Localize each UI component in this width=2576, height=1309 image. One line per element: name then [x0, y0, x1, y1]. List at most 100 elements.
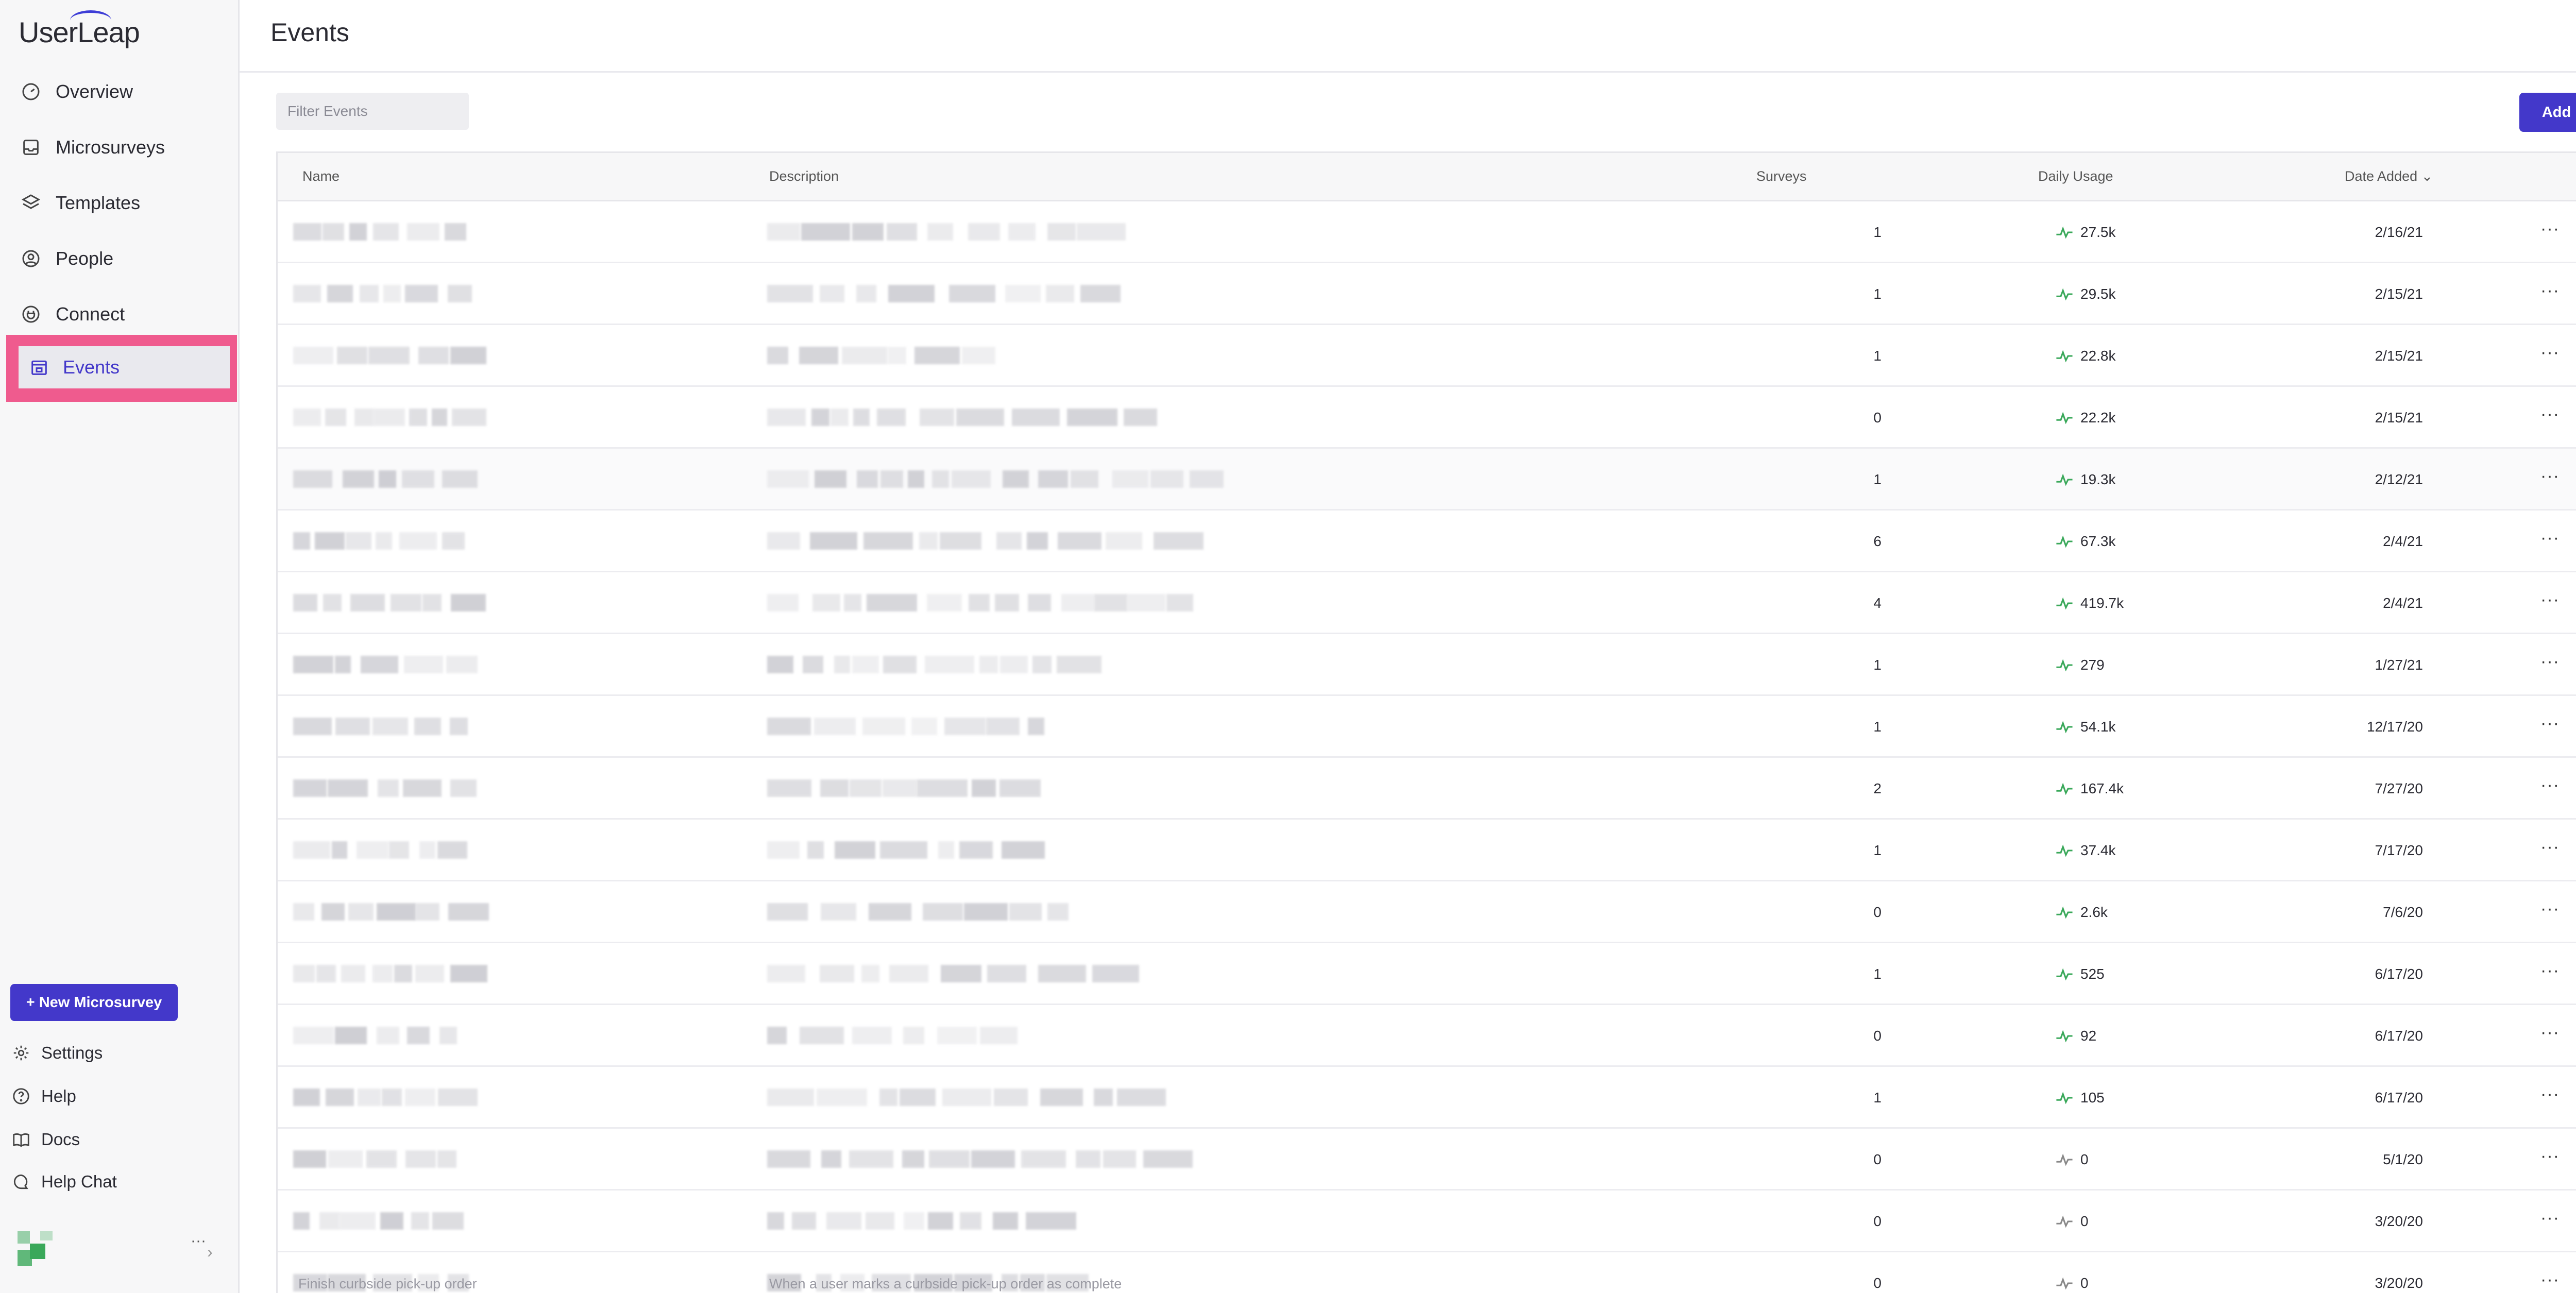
redacted-content — [293, 345, 1303, 367]
sidebar-item-docs[interactable]: Docs — [11, 1123, 80, 1156]
sidebar-item-label: Microsurveys — [56, 137, 165, 158]
row-more-button[interactable]: ··· — [2540, 961, 2560, 981]
row-more-button[interactable]: ··· — [2540, 775, 2560, 795]
date-added: 2/16/21 — [2375, 224, 2423, 240]
sidebar-item-overview[interactable]: Overview — [21, 71, 133, 112]
table-row[interactable]: 1 29.5k 2/15/21 ··· — [278, 263, 2576, 325]
gear-icon — [13, 1045, 29, 1061]
userleap-logo[interactable]: UserLeap — [19, 10, 140, 49]
daily-usage: 92 — [2056, 1028, 2096, 1044]
sidebar-item-help-chat[interactable]: Help Chat — [11, 1165, 117, 1198]
sidebar-item-events[interactable]: Events — [6, 335, 237, 402]
person-circle-icon — [22, 250, 40, 267]
daily-usage: 0 — [2056, 1151, 2089, 1168]
user-menu-ellipsis[interactable]: ··· — [191, 1232, 206, 1250]
sidebar: UserLeap Overview Microsurveys Templates… — [0, 0, 240, 1293]
row-more-button[interactable]: ··· — [2540, 652, 2560, 672]
row-more-button[interactable]: ··· — [2540, 713, 2560, 734]
trend-up-icon — [2056, 412, 2073, 424]
table-row[interactable]: 4 419.7k 2/4/21 ··· — [278, 572, 2576, 634]
row-more-button[interactable]: ··· — [2540, 590, 2560, 610]
row-more-button[interactable]: ··· — [2540, 281, 2560, 301]
row-more-button[interactable]: ··· — [2540, 1208, 2560, 1228]
row-more-button[interactable]: ··· — [2540, 837, 2560, 857]
sidebar-item-events-highlight[interactable]: Events — [19, 346, 230, 388]
trend-up-icon — [2056, 350, 2073, 363]
surveys-count: 0 — [1873, 904, 1882, 920]
sidebar-item-people[interactable]: People — [21, 238, 113, 279]
row-more-button[interactable]: ··· — [2540, 1146, 2560, 1166]
daily-usage: 54.1k — [2056, 719, 2116, 735]
surveys-count: 1 — [1873, 657, 1882, 673]
row-more-button[interactable]: ··· — [2540, 219, 2560, 239]
table-row[interactable]: 1 19.3k 2/12/21 ··· — [278, 449, 2576, 511]
chevron-right-icon[interactable]: › — [207, 1243, 213, 1262]
column-header-description[interactable]: Description — [769, 168, 839, 184]
date-added: 12/17/20 — [2367, 719, 2423, 735]
column-header-surveys[interactable]: Surveys — [1756, 168, 1807, 184]
row-more-button[interactable]: ··· — [2540, 528, 2560, 548]
row-more-button[interactable]: ··· — [2540, 1270, 2560, 1290]
table-row[interactable]: 6 67.3k 2/4/21 ··· — [278, 511, 2576, 572]
table-row[interactable]: 1 525 6/17/20 ··· — [278, 943, 2576, 1005]
row-more-button[interactable]: ··· — [2540, 1023, 2560, 1043]
surveys-count: 1 — [1873, 966, 1882, 982]
surveys-count: 1 — [1873, 224, 1882, 240]
redacted-content — [293, 1086, 1303, 1109]
layers-icon — [21, 194, 41, 209]
sidebar-item-templates[interactable]: Templates — [21, 182, 140, 224]
table-row[interactable]: 0 2.6k 7/6/20 ··· — [278, 881, 2576, 943]
table-row[interactable]: 1 279 1/27/21 ··· — [278, 634, 2576, 696]
table-row[interactable]: 0 22.2k 2/15/21 ··· — [278, 387, 2576, 449]
trend-up-icon — [2056, 1092, 2073, 1104]
new-microsurvey-button[interactable]: + New Microsurvey — [10, 984, 178, 1021]
filter-events-input[interactable] — [276, 93, 469, 130]
help-icon — [13, 1088, 29, 1104]
row-more-button[interactable]: ··· — [2540, 343, 2560, 363]
surveys-count: 1 — [1873, 1090, 1882, 1106]
table-row[interactable]: 1 105 6/17/20 ··· — [278, 1067, 2576, 1129]
chat-icon — [13, 1174, 28, 1189]
daily-usage: 167.4k — [2056, 780, 2124, 797]
add-event-button[interactable]: Add — [2519, 93, 2576, 132]
sidebar-item-microsurveys[interactable]: Microsurveys — [21, 127, 165, 168]
date-added: 7/27/20 — [2375, 780, 2423, 796]
row-more-button[interactable]: ··· — [2540, 1084, 2560, 1104]
redacted-content — [293, 1210, 1303, 1233]
redacted-content — [293, 963, 1303, 985]
row-more-button[interactable]: ··· — [2540, 404, 2560, 424]
table-header: Name Description Surveys Daily Usage Dat… — [278, 153, 2576, 201]
daily-usage: 105 — [2056, 1090, 2105, 1106]
sidebar-item-help[interactable]: Help — [11, 1080, 76, 1113]
sidebar-item-settings[interactable]: Settings — [11, 1036, 103, 1069]
surveys-count: 1 — [1873, 471, 1882, 487]
trend-flat-icon — [2056, 1215, 2073, 1228]
daily-usage: 525 — [2056, 966, 2105, 982]
daily-usage: 27.5k — [2056, 224, 2116, 241]
column-header-date-added[interactable]: Date Added ⌄ — [2345, 168, 2433, 184]
table-row[interactable]: 1 27.5k 2/16/21 ··· — [278, 201, 2576, 263]
sidebar-item-label: Help Chat — [41, 1172, 117, 1191]
table-row[interactable]: 2 167.4k 7/27/20 ··· — [278, 758, 2576, 820]
calendar-icon — [31, 360, 47, 375]
table-row[interactable]: 0 92 6/17/20 ··· — [278, 1005, 2576, 1067]
row-more-button[interactable]: ··· — [2540, 466, 2560, 486]
column-header-name[interactable]: Name — [302, 168, 340, 184]
date-added: 2/15/21 — [2375, 410, 2423, 426]
row-more-button[interactable]: ··· — [2540, 899, 2560, 919]
table-row[interactable]: 1 37.4k 7/17/20 ··· — [278, 820, 2576, 881]
table-row[interactable]: 1 22.8k 2/15/21 ··· — [278, 325, 2576, 387]
table-row[interactable]: 0 0 3/20/20 ··· — [278, 1191, 2576, 1252]
table-row[interactable]: 0 0 5/1/20 ··· — [278, 1129, 2576, 1191]
table-row[interactable]: 1 54.1k 12/17/20 ··· — [278, 696, 2576, 758]
sidebar-item-label: Events — [63, 356, 120, 378]
daily-usage: 0 — [2056, 1213, 2089, 1230]
column-header-daily-usage[interactable]: Daily Usage — [2038, 168, 2113, 184]
redacted-content — [293, 592, 1303, 615]
table-row[interactable]: 0 0 3/20/20 ··· Finish curbside pick-up orde… — [278, 1252, 2576, 1293]
redacted-content — [293, 901, 1303, 924]
sidebar-item-connect[interactable]: Connect — [21, 294, 125, 335]
redacted-content — [293, 777, 1303, 800]
avatar[interactable] — [18, 1231, 53, 1266]
date-added: 2/4/21 — [2383, 533, 2423, 549]
